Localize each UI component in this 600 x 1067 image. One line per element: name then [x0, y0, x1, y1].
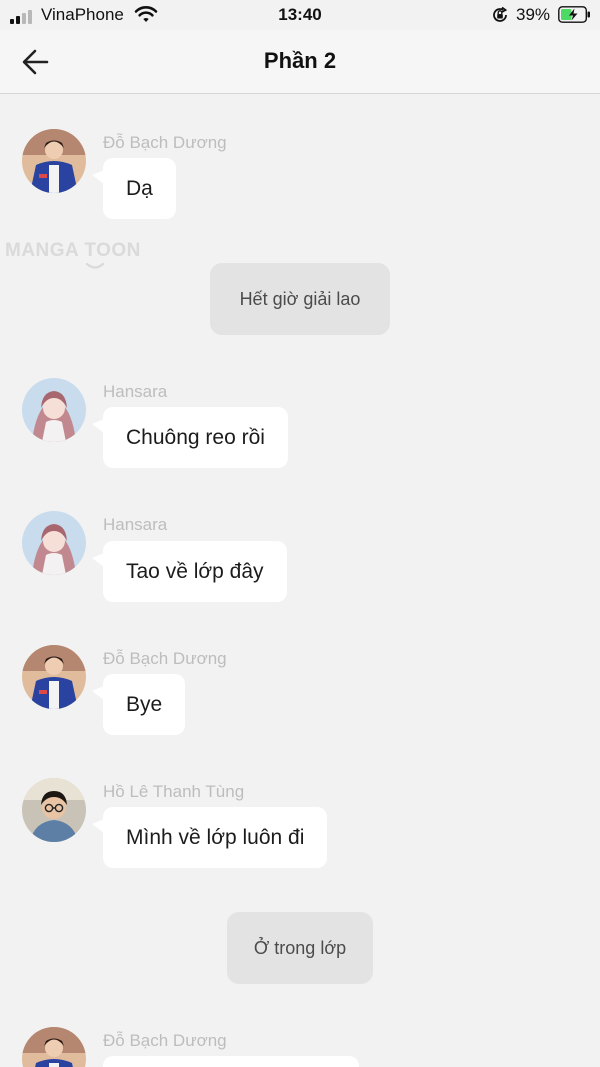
status-bar: VinaPhone 13:40 39%: [0, 0, 600, 30]
message-bubble[interactable]: [103, 1056, 359, 1067]
sender-name: Đỗ Bạch Dương: [103, 649, 227, 668]
avatar-boy-glasses: [22, 778, 86, 842]
message-bubble[interactable]: Tao về lớp đây: [92, 541, 287, 602]
battery-percentage: 39%: [516, 5, 551, 24]
battery-charging-icon: [558, 6, 590, 23]
rotation-lock-icon: [493, 6, 508, 22]
avatar[interactable]: [22, 645, 86, 709]
sender-name: Đỗ Bạch Dương: [103, 1031, 227, 1050]
sender-name: Đỗ Bạch Dương: [103, 133, 227, 152]
page-title: Phần 2: [263, 48, 337, 73]
avatar[interactable]: [22, 129, 86, 193]
navigation-header: Phần 2: [0, 30, 600, 94]
avatar-girl-pink-hair: [22, 511, 86, 575]
narration-bubble: Ở trong lớp: [227, 912, 373, 984]
avatar-boy-blue-jacket: [22, 129, 86, 193]
message-bubble[interactable]: Bye: [91, 674, 186, 735]
message-bubble[interactable]: Dạ: [92, 158, 176, 219]
avatar[interactable]: [22, 378, 86, 442]
status-time: 13:40: [278, 5, 322, 24]
avatar-boy-blue-jacket: [22, 645, 86, 709]
message-bubble[interactable]: Chuông reo rồi: [92, 407, 288, 468]
sender-name: Hansara: [103, 382, 168, 401]
avatar-girl-pink-hair: [22, 378, 86, 442]
chat-screen: VinaPhone 13:40 39% Phần 2 MANGA TOON Đỗ…: [0, 0, 600, 1067]
narration-bubble: Hết giờ giải lao: [210, 263, 390, 335]
sender-name: Hansara: [103, 515, 168, 534]
avatar[interactable]: [22, 778, 86, 842]
sender-name: Hồ Lê Thanh Tùng: [103, 782, 245, 801]
message-bubble[interactable]: Mình về lớp luôn đi: [91, 807, 328, 868]
watermark-logo: MANGA TOON: [5, 240, 141, 261]
avatar[interactable]: [22, 1027, 86, 1067]
watermark-smile-icon: [85, 262, 105, 269]
avatar-boy-blue-jacket: [22, 1027, 86, 1067]
avatar[interactable]: [22, 511, 86, 575]
